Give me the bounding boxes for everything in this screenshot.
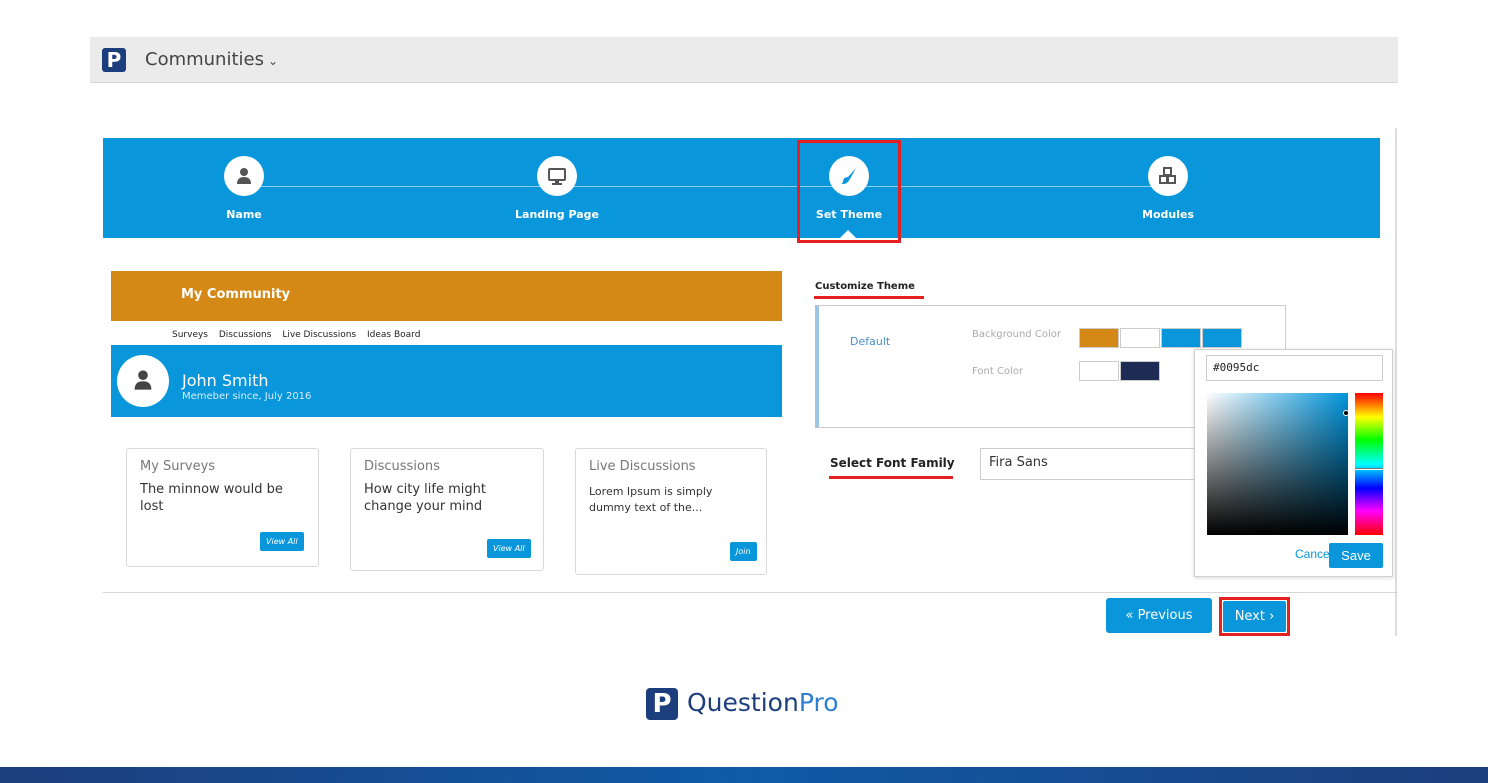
hex-color-input[interactable]: #0095dc bbox=[1206, 355, 1383, 381]
card-discussions: Discussions How city life might change y… bbox=[350, 448, 544, 571]
nav-item-surveys[interactable]: Surveys bbox=[172, 330, 208, 340]
view-all-button[interactable]: View All bbox=[487, 539, 531, 558]
highlight-underline bbox=[814, 296, 924, 299]
questionpro-logo-icon: P bbox=[646, 688, 678, 720]
nav-item-ideas-board[interactable]: Ideas Board bbox=[367, 330, 420, 340]
bg-swatch-3[interactable] bbox=[1161, 328, 1201, 348]
wizard-step-label: Name bbox=[226, 208, 262, 221]
font-color-label: Font Color bbox=[972, 366, 1024, 377]
app-title: Communities bbox=[145, 49, 264, 70]
community-title: My Community bbox=[181, 287, 291, 302]
wizard-step-landing-page[interactable]: Landing Page bbox=[477, 156, 637, 221]
community-header: My Community bbox=[111, 271, 782, 321]
member-since: Memeber since, July 2016 bbox=[182, 391, 312, 402]
card-heading: Discussions bbox=[364, 459, 440, 474]
step-circle bbox=[224, 156, 264, 196]
font-swatch-2[interactable] bbox=[1120, 361, 1160, 381]
card-live-discussions: Live Discussions Lorem Ipsum is simply d… bbox=[575, 448, 767, 575]
theme-name: Default bbox=[850, 335, 891, 348]
hue-slider[interactable] bbox=[1355, 393, 1383, 535]
footer-band bbox=[0, 767, 1488, 783]
card-body: How city life might change your mind bbox=[364, 482, 486, 514]
user-icon bbox=[237, 168, 251, 184]
brand-pro: Pro bbox=[798, 688, 839, 717]
wizard-step-modules[interactable]: Modules bbox=[1088, 156, 1248, 221]
join-button[interactable]: Join bbox=[730, 542, 757, 561]
next-button[interactable]: Next › bbox=[1223, 601, 1286, 632]
chevron-down-icon: ⌄ bbox=[267, 54, 279, 68]
brand-question: Question bbox=[687, 688, 799, 717]
highlight-underline bbox=[829, 476, 953, 479]
bg-swatch-1[interactable] bbox=[1079, 328, 1119, 348]
cancel-button[interactable]: Cancel bbox=[1295, 547, 1332, 561]
highlight-box-set-theme bbox=[797, 140, 901, 243]
user-name: John Smith bbox=[182, 371, 269, 390]
user-icon bbox=[134, 370, 152, 390]
card-body: Lorem Ipsum is simply dummy text of the.… bbox=[589, 485, 713, 514]
nav-item-live-discussions[interactable]: Live Discussions bbox=[282, 330, 356, 340]
wizard-step-label: Modules bbox=[1142, 208, 1194, 221]
cubes-icon bbox=[1159, 167, 1176, 184]
brand-wordmark: QuestionPro bbox=[687, 688, 839, 717]
wizard-connector-line bbox=[243, 186, 1170, 187]
wizard-step-label: Landing Page bbox=[515, 208, 599, 221]
view-all-button[interactable]: View All bbox=[260, 532, 304, 551]
scrollbar-track[interactable] bbox=[1395, 128, 1397, 636]
nav-item-discussions[interactable]: Discussions bbox=[219, 330, 272, 340]
card-my-surveys: My Surveys The minnow would be lost View… bbox=[126, 448, 319, 567]
wizard-step-name[interactable]: Name bbox=[164, 156, 324, 221]
page-root: P Communities ⌄ Name Landing Page Set The… bbox=[0, 0, 1488, 783]
bg-swatch-4[interactable] bbox=[1202, 328, 1242, 348]
color-selector-handle[interactable] bbox=[1343, 410, 1349, 416]
bg-swatch-2[interactable] bbox=[1120, 328, 1160, 348]
community-nav: Surveys Discussions Live Discussions Ide… bbox=[172, 330, 428, 340]
avatar bbox=[117, 355, 169, 407]
card-heading: Live Discussions bbox=[589, 459, 696, 474]
profile-banner: John Smith Memeber since, July 2016 bbox=[111, 345, 782, 417]
font-family-label: Select Font Family bbox=[830, 456, 955, 470]
step-circle bbox=[537, 156, 577, 196]
questionpro-logo-icon: P bbox=[102, 48, 126, 72]
setup-wizard: Name Landing Page Set Theme Modules bbox=[103, 138, 1380, 238]
saturation-value-area[interactable] bbox=[1207, 393, 1349, 535]
footer-divider bbox=[103, 592, 1398, 593]
card-body: The minnow would be lost bbox=[140, 482, 283, 514]
monitor-icon bbox=[548, 168, 566, 185]
color-picker-popup: #0095dc Cancel Save bbox=[1194, 349, 1393, 577]
font-family-select[interactable]: Fira Sans bbox=[980, 448, 1200, 480]
font-swatch-1[interactable] bbox=[1079, 361, 1119, 381]
customize-theme-title: Customize Theme bbox=[815, 281, 915, 292]
hue-slider-handle[interactable] bbox=[1355, 468, 1383, 470]
card-heading: My Surveys bbox=[140, 459, 216, 474]
background-color-label: Background Color bbox=[972, 329, 1061, 340]
app-header: P Communities ⌄ bbox=[90, 37, 1398, 83]
communities-menu[interactable]: Communities ⌄ bbox=[145, 49, 278, 70]
save-button[interactable]: Save bbox=[1329, 543, 1383, 568]
step-circle bbox=[1148, 156, 1188, 196]
previous-button[interactable]: « Previous bbox=[1106, 598, 1212, 633]
